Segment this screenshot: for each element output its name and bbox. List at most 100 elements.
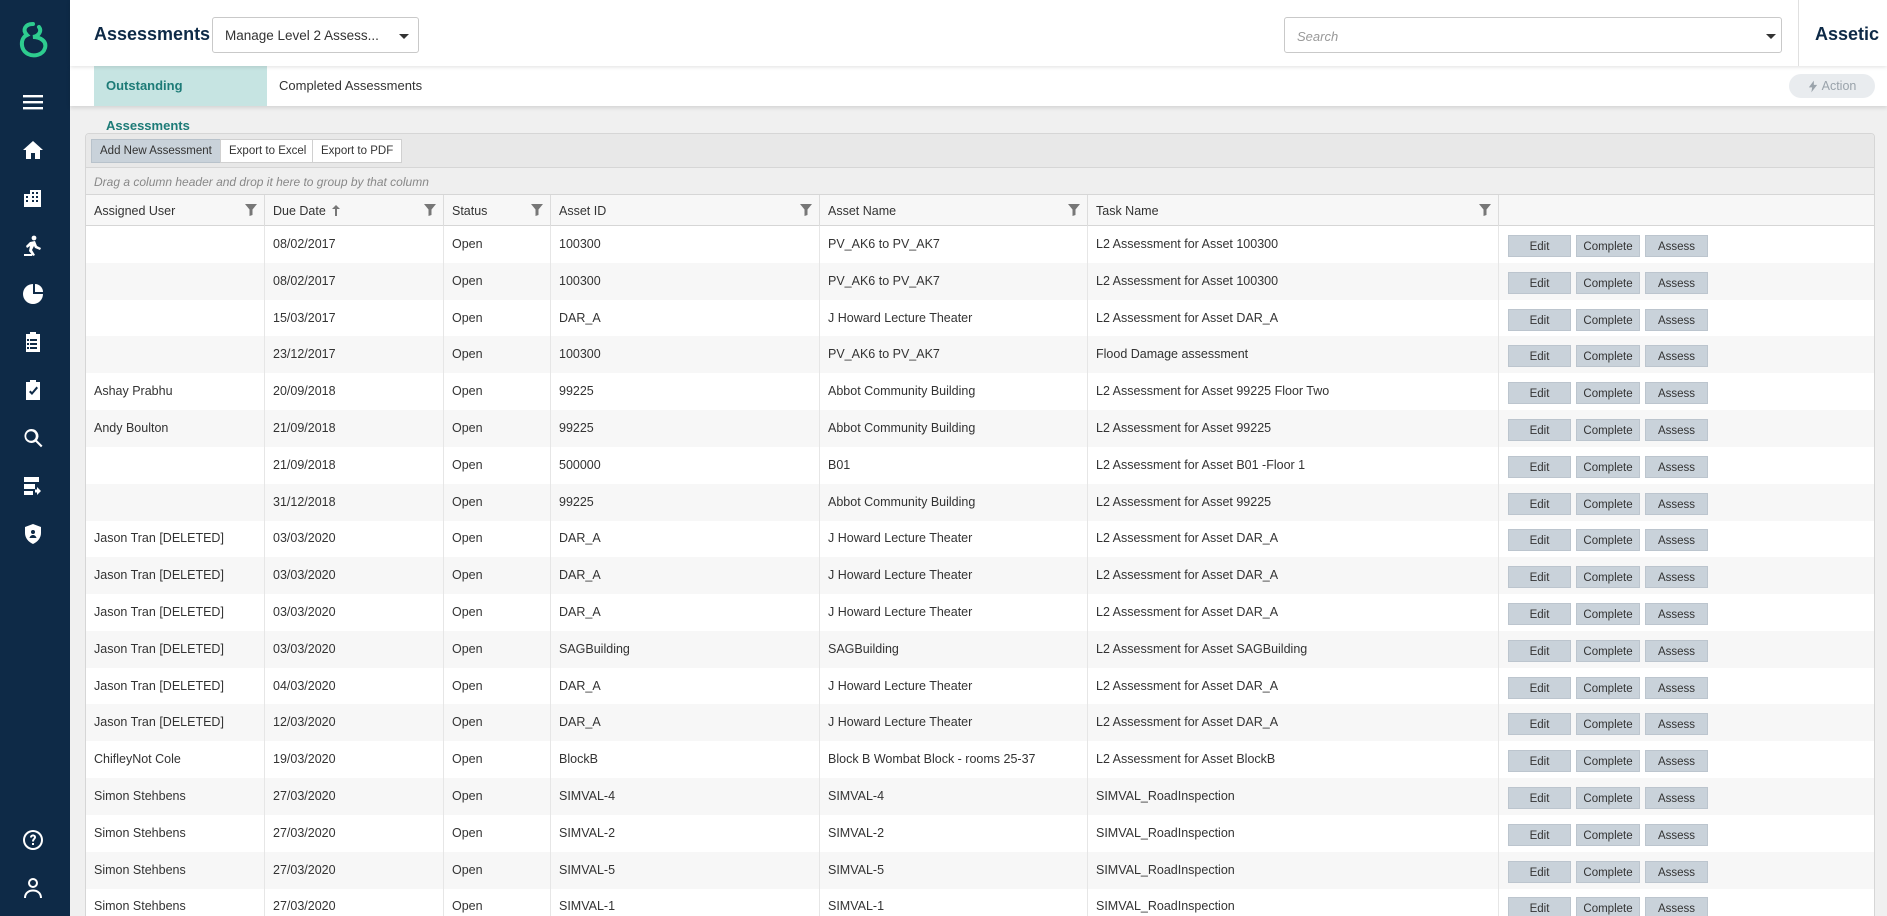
- assess-button[interactable]: Assess: [1645, 345, 1708, 368]
- edit-button[interactable]: Edit: [1508, 860, 1571, 883]
- edit-button[interactable]: Edit: [1508, 750, 1571, 773]
- table-row[interactable]: 23/12/2017 Open 100300 PV_AK6 to PV_AK7 Floo…: [86, 336, 1874, 374]
- assess-button[interactable]: Assess: [1645, 676, 1708, 699]
- complete-button[interactable]: Complete: [1576, 787, 1640, 809]
- assess-button[interactable]: Assess: [1645, 419, 1708, 441]
- export-pdf-button[interactable]: Export to PDF: [312, 139, 403, 163]
- table-row[interactable]: ChifleyNot Cole 19/03/2020 Open BlockB Block…: [86, 741, 1874, 779]
- edit-button[interactable]: Edit: [1508, 603, 1571, 625]
- edit-button[interactable]: Edit: [1508, 382, 1571, 405]
- assess-button[interactable]: Assess: [1645, 529, 1708, 552]
- edit-button[interactable]: Edit: [1508, 271, 1571, 294]
- filter-icon[interactable]: [1479, 204, 1491, 216]
- table-row[interactable]: 21/09/2018 Open 500000 B01 L2 Assessment for…: [86, 446, 1874, 484]
- complete-button[interactable]: Complete: [1576, 382, 1640, 405]
- assess-button[interactable]: Assess: [1645, 455, 1708, 478]
- group-drop-area[interactable]: Drag a column header and drop it here to…: [86, 168, 1874, 195]
- edit-button[interactable]: Edit: [1508, 823, 1571, 846]
- assess-button[interactable]: Assess: [1645, 897, 1708, 916]
- edit-button[interactable]: Edit: [1508, 787, 1571, 809]
- complete-button[interactable]: Complete: [1576, 271, 1640, 294]
- column-header-task-name[interactable]: Task Name: [1088, 195, 1499, 226]
- complete-button[interactable]: Complete: [1576, 492, 1640, 515]
- filter-icon[interactable]: [424, 204, 436, 216]
- table-row[interactable]: Jason Tran [DELETED] 12/03/2020 Open DAR_A J…: [86, 704, 1874, 742]
- table-row[interactable]: Jason Tran [DELETED] 03/03/2020 Open DAR_A J…: [86, 557, 1874, 595]
- assess-button[interactable]: Assess: [1645, 271, 1708, 294]
- edit-button[interactable]: Edit: [1508, 345, 1571, 368]
- assessment-icon[interactable]: [19, 376, 47, 404]
- complete-button[interactable]: Complete: [1576, 308, 1640, 331]
- edit-button[interactable]: Edit: [1508, 529, 1571, 552]
- edit-button[interactable]: Edit: [1508, 639, 1571, 662]
- complete-button[interactable]: Complete: [1576, 750, 1640, 773]
- complete-button[interactable]: Complete: [1576, 639, 1640, 662]
- complete-button[interactable]: Complete: [1576, 603, 1640, 625]
- assess-button[interactable]: Assess: [1645, 750, 1708, 773]
- table-row[interactable]: 31/12/2018 Open 99225 Abbot Community Build…: [86, 483, 1874, 521]
- action-button[interactable]: Action: [1789, 74, 1875, 98]
- help-icon[interactable]: [19, 826, 47, 854]
- assess-button[interactable]: Assess: [1645, 713, 1708, 736]
- menu-icon[interactable]: [19, 88, 47, 116]
- worker-icon[interactable]: [19, 232, 47, 260]
- sort-ascending-icon[interactable]: [332, 205, 340, 216]
- table-row[interactable]: 15/03/2017 Open DAR_A J Howard Lecture Thea…: [86, 299, 1874, 337]
- complete-button[interactable]: Complete: [1576, 860, 1640, 883]
- assess-button[interactable]: Assess: [1645, 566, 1708, 589]
- assetic-logo-icon[interactable]: [16, 20, 50, 60]
- complete-button[interactable]: Complete: [1576, 897, 1640, 916]
- complete-button[interactable]: Complete: [1576, 345, 1640, 368]
- edit-button[interactable]: Edit: [1508, 897, 1571, 916]
- complete-button[interactable]: Complete: [1576, 676, 1640, 699]
- tab-completed-assessments[interactable]: Completed Assessments: [267, 66, 434, 106]
- search-box[interactable]: [1284, 17, 1782, 53]
- table-row[interactable]: 08/02/2017 Open 100300 PV_AK6 to PV_AK7 L2 A…: [86, 262, 1874, 300]
- buildings-icon[interactable]: [19, 184, 47, 212]
- table-row[interactable]: Simon Stehbens 27/03/2020 Open SIMVAL-4 SIMV…: [86, 778, 1874, 815]
- search-icon[interactable]: [19, 424, 47, 452]
- security-shield-icon[interactable]: [19, 520, 47, 548]
- complete-button[interactable]: Complete: [1576, 455, 1640, 478]
- complete-button[interactable]: Complete: [1576, 566, 1640, 589]
- clipboard-list-icon[interactable]: [19, 328, 47, 356]
- edit-button[interactable]: Edit: [1508, 676, 1571, 699]
- table-row[interactable]: Jason Tran [DELETED] 03/03/2020 Open DAR_A J…: [86, 520, 1874, 558]
- column-header-asset-id[interactable]: Asset ID: [551, 195, 820, 226]
- column-header-asset-name[interactable]: Asset Name: [820, 195, 1088, 226]
- edit-button[interactable]: Edit: [1508, 566, 1571, 589]
- table-row[interactable]: 08/02/2017 Open 100300 PV_AK6 to PV_AK7 L2 A…: [86, 226, 1874, 263]
- column-header-due-date[interactable]: Due Date: [265, 195, 444, 226]
- search-dropdown-chevron-icon[interactable]: [1766, 34, 1776, 39]
- assess-button[interactable]: Assess: [1645, 639, 1708, 662]
- filter-icon[interactable]: [531, 204, 543, 216]
- table-row[interactable]: Jason Tran [DELETED] 04/03/2020 Open DAR_A J…: [86, 667, 1874, 705]
- user-icon[interactable]: [19, 874, 47, 902]
- assess-button[interactable]: Assess: [1645, 492, 1708, 515]
- table-row[interactable]: Andy Boulton 21/09/2018 Open 99225 Abbot Com…: [86, 410, 1874, 447]
- filter-icon[interactable]: [1068, 204, 1080, 216]
- edit-button[interactable]: Edit: [1508, 308, 1571, 331]
- complete-button[interactable]: Complete: [1576, 419, 1640, 441]
- finance-icon[interactable]: [19, 280, 47, 308]
- edit-button[interactable]: Edit: [1508, 713, 1571, 736]
- assess-button[interactable]: Assess: [1645, 787, 1708, 809]
- tab-outstanding-assessments[interactable]: Outstanding Assessments: [94, 66, 267, 133]
- assess-button[interactable]: Assess: [1645, 382, 1708, 405]
- data-import-icon[interactable]: [19, 472, 47, 500]
- home-icon[interactable]: [19, 136, 47, 164]
- table-row[interactable]: Ashay Prabhu 20/09/2018 Open 99225 Abbot Com…: [86, 373, 1874, 411]
- assessment-type-select[interactable]: Manage Level 2 Assess...: [212, 17, 419, 53]
- complete-button[interactable]: Complete: [1576, 823, 1640, 846]
- assess-button[interactable]: Assess: [1645, 603, 1708, 625]
- filter-icon[interactable]: [245, 204, 257, 216]
- column-header-status[interactable]: Status: [444, 195, 551, 226]
- complete-button[interactable]: Complete: [1576, 529, 1640, 552]
- search-input[interactable]: [1297, 26, 1737, 46]
- filter-icon[interactable]: [800, 204, 812, 216]
- assess-button[interactable]: Assess: [1645, 308, 1708, 331]
- edit-button[interactable]: Edit: [1508, 419, 1571, 441]
- assess-button[interactable]: Assess: [1645, 823, 1708, 846]
- complete-button[interactable]: Complete: [1576, 235, 1640, 257]
- edit-button[interactable]: Edit: [1508, 492, 1571, 515]
